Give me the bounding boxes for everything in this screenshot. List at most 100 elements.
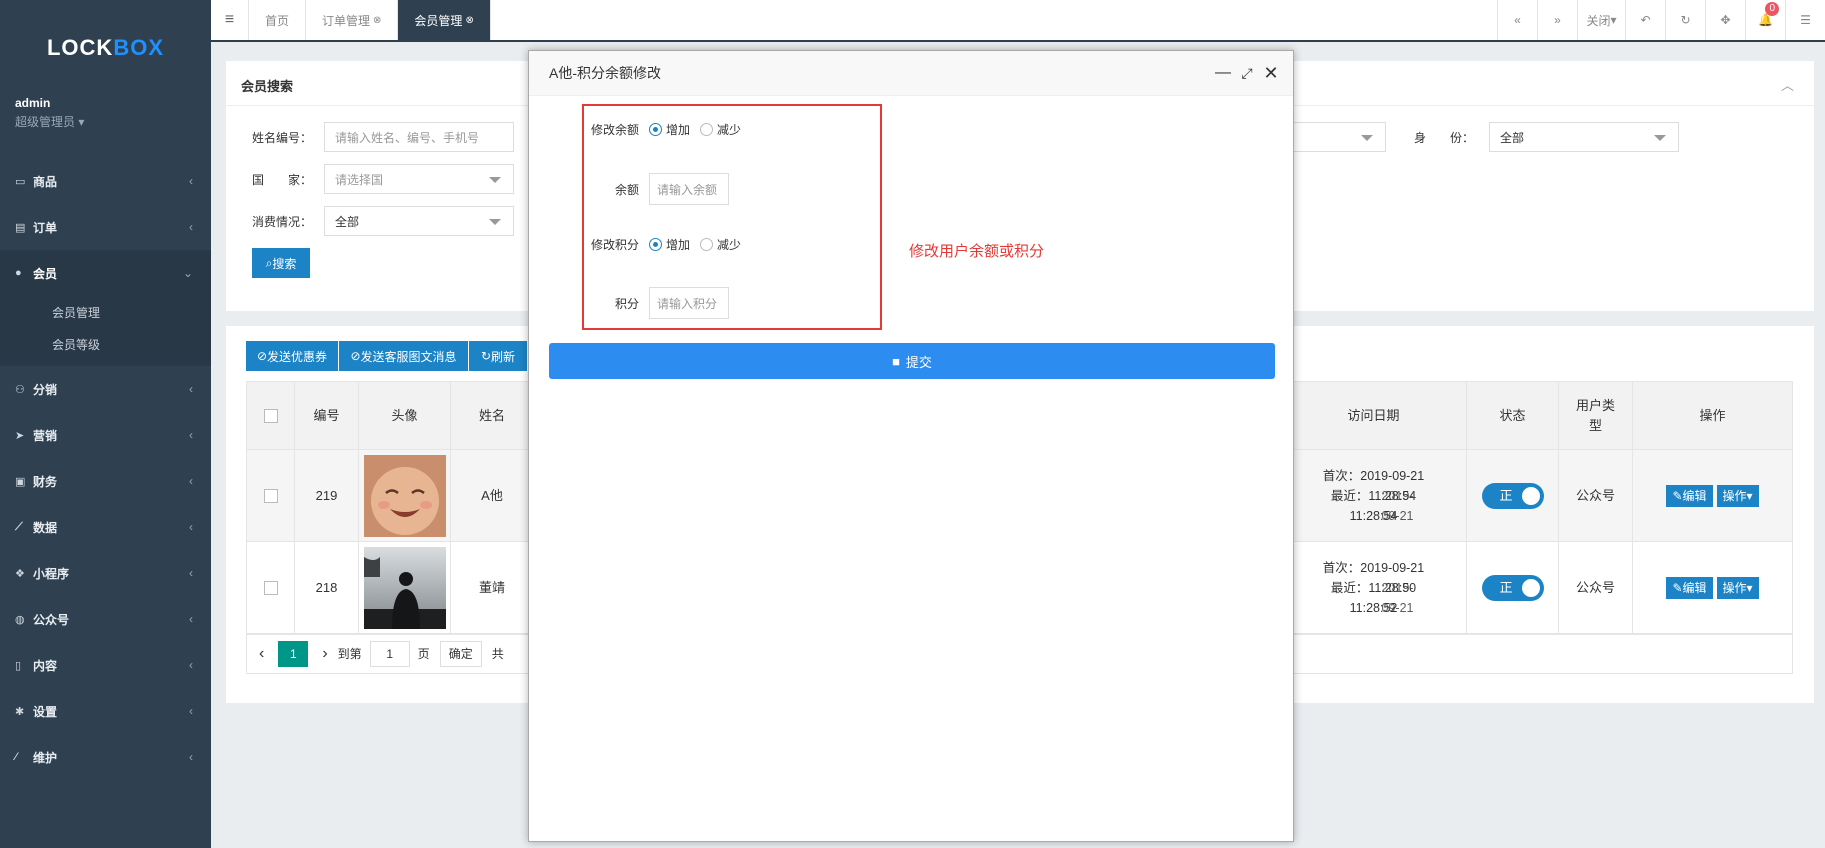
sidebar-item-label: 分销 (33, 382, 58, 397)
send-message-button[interactable]: ⊘ 发送客服图文消息 (339, 341, 469, 371)
sidebar-item-settings[interactable]: ✱ 设置 ‹ (0, 688, 211, 734)
sidebar-subitem-member-level[interactable]: 会员等级 (0, 328, 211, 360)
tab-member-management[interactable]: 会员管理 ⊗ (398, 0, 491, 40)
row-checkbox[interactable] (263, 488, 278, 503)
country-filter-label: 国 家： (252, 172, 313, 187)
submit-button[interactable]: ■ 提交 (549, 343, 1275, 379)
next-page-icon[interactable]: › (322, 645, 327, 663)
send-coupon-button[interactable]: ⊘ 发送优惠券 (246, 341, 339, 371)
sidebar-item-goods[interactable]: ▭ 商品 ‹ (0, 158, 211, 204)
scroll-tabs-left-icon[interactable]: « (1497, 0, 1537, 40)
sidebar-item-data[interactable]: ⟋ 数据 ‹ (0, 504, 211, 550)
members-submenu: 会员管理 会员等级 (0, 296, 211, 366)
maximize-icon[interactable]: ⤢ (1237, 63, 1257, 83)
fullscreen-move-icon[interactable]: ✥ (1705, 0, 1745, 40)
check-circle-icon: ⊘ (256, 349, 268, 363)
sidebar-item-label: 内容 (33, 658, 58, 673)
sidebar-item-content[interactable]: ▯ 内容 ‹ (0, 642, 211, 688)
balance-decrease-radio[interactable] (700, 123, 714, 136)
search-icon: ⌕ (265, 255, 273, 270)
page-1-button[interactable]: 1 (278, 640, 309, 667)
sidebar-item-official-account[interactable]: ◍ 公众号 ‹ (0, 596, 211, 642)
consume-filter-label: 消费情况： (252, 214, 313, 229)
status-toggle[interactable]: 正 (1481, 482, 1544, 509)
cell-visit: 首次：2019-09-21 最近：11:28:50 2019-09-21 11:2… (1281, 542, 1467, 633)
cell-name: 董靖 (478, 579, 505, 595)
action-button-label: 操作 (1722, 488, 1747, 503)
cell-ops: ✎ 编辑 操作 ▾ (1633, 542, 1792, 633)
balance-input[interactable]: 请输入余额 (649, 173, 729, 205)
sidebar-item-label: 财务 (33, 474, 58, 489)
chevron-down-icon: ⌄ (182, 266, 193, 280)
undo-icon[interactable]: ↶ (1625, 0, 1665, 40)
balance-decrease-label: 减少 (717, 123, 742, 137)
chevron-left-icon: ‹ (189, 474, 193, 488)
status-toggle[interactable]: 正 (1481, 574, 1544, 601)
sidebar-item-members[interactable]: ● 会员 ⌄ (0, 250, 211, 296)
tab-home[interactable]: 首页 (249, 0, 307, 40)
money-icon: ▣ (15, 475, 26, 488)
annotation-note: 修改用户余额或积分 (909, 243, 1045, 260)
user-role-dropdown[interactable]: 超级管理员 ▾ (15, 113, 196, 130)
search-button[interactable]: ⌕ 搜索 (252, 248, 310, 278)
sidebar-item-distribution[interactable]: ⚇ 分销 ‹ (0, 366, 211, 412)
sidebar-subitem-member-management[interactable]: 会员管理 (0, 296, 211, 328)
consume-select[interactable]: 全部 (324, 206, 514, 236)
action-dropdown-button[interactable]: 操作 ▾ (1716, 576, 1759, 599)
edit-button[interactable]: ✎ 编辑 (1666, 576, 1713, 599)
country-select[interactable]: 请选择国 (324, 164, 514, 194)
balance-mode-row: 修改余额 增加 减少 (549, 121, 751, 138)
panel-title: 会员搜索 (241, 79, 294, 94)
sidebar-item-label: 订单 (33, 220, 58, 235)
visit-last-prefix: 最近： (1330, 580, 1369, 595)
visit-last-date: 2019-09-21 (1381, 580, 1414, 615)
balance-mode-label: 修改余额 (590, 123, 639, 137)
points-label: 积分 (614, 296, 639, 311)
pencil-icon: ✎ (1672, 488, 1683, 503)
page-number-input[interactable]: 1 (369, 640, 410, 667)
chevron-left-icon: ‹ (189, 658, 193, 672)
points-decrease-radio[interactable] (700, 238, 714, 251)
name-search-input[interactable]: 请输入姓名、编号、手机号 (324, 122, 514, 152)
edit-button[interactable]: ✎ 编辑 (1666, 484, 1713, 507)
close-icon[interactable]: ✕ (1261, 63, 1281, 83)
minimize-icon[interactable]: — (1213, 63, 1233, 83)
row-select-cell (247, 542, 295, 633)
points-balance-modal: A他-积分余额修改 — ⤢ ✕ 修改余额 增加 减少 余额 请输入余额 修改积分… (528, 50, 1294, 842)
menu-toggle-icon[interactable]: ≡ (211, 0, 249, 40)
points-decrease-label: 减少 (717, 238, 742, 252)
users-icon: ⚇ (15, 383, 25, 396)
balance-increase-radio[interactable] (649, 123, 662, 136)
dropdown-caret-icon (1361, 135, 1373, 141)
header-name: 姓名 (478, 407, 505, 423)
confirm-page-button[interactable]: 确定 (439, 640, 482, 667)
sidebar-item-maintenance[interactable]: ⁄ 维护 ‹ (0, 734, 211, 780)
consume-select-value: 全部 (335, 214, 360, 229)
refresh-icon[interactable]: ↻ (1665, 0, 1705, 40)
logo[interactable]: LOCK BOX (0, 0, 211, 96)
close-tab-icon[interactable]: ⊗ (373, 15, 381, 26)
scroll-tabs-right-icon[interactable]: » (1537, 0, 1577, 40)
sidebar-item-marketing[interactable]: ➤ 营销 ‹ (0, 412, 211, 458)
points-increase-radio[interactable] (649, 238, 662, 251)
sidebar-item-miniprogram[interactable]: ❖ 小程序 ‹ (0, 550, 211, 596)
points-input[interactable]: 请输入积分 (649, 287, 729, 319)
row-checkbox[interactable] (263, 580, 278, 595)
refresh-button[interactable]: ↻ 刷新 (469, 341, 527, 371)
visit-last-date: 2019-09-21 (1381, 488, 1414, 523)
prev-page-icon[interactable]: ‹ (259, 645, 264, 663)
select-all-checkbox[interactable] (263, 408, 278, 423)
country-select-value: 请选择国 (335, 172, 384, 187)
close-tabs-dropdown[interactable]: 关闭 ▾ (1577, 0, 1625, 40)
identity-select[interactable]: 全部 (1489, 122, 1679, 152)
sidebar-item-finance[interactable]: ▣ 财务 ‹ (0, 458, 211, 504)
bell-icon[interactable]: 🔔 0 (1745, 0, 1785, 40)
visit-first: 首次：2019-09-21 (1322, 560, 1425, 575)
close-tab-icon[interactable]: ⊗ (465, 15, 473, 26)
chevron-up-icon[interactable]: ︿ (1781, 75, 1794, 94)
sidebar-item-orders[interactable]: ▤ 订单 ‹ (0, 204, 211, 250)
action-dropdown-button[interactable]: 操作 ▾ (1716, 484, 1759, 507)
goto-label: 到第 (337, 647, 362, 661)
tab-order-management[interactable]: 订单管理 ⊗ (306, 0, 399, 40)
menu-list-icon[interactable]: ☰ (1785, 0, 1825, 40)
